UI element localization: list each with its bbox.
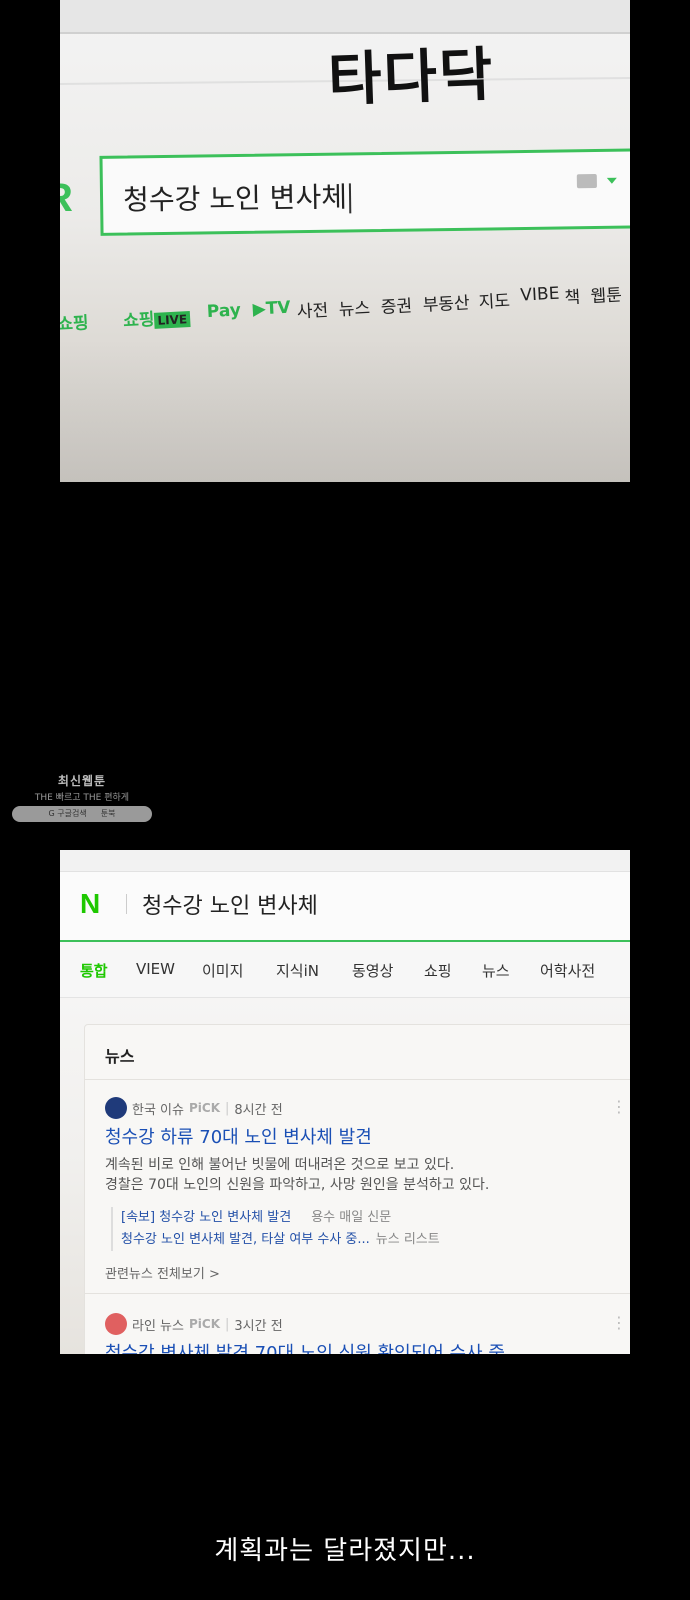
tab-knowledge[interactable]: 지식iN <box>276 960 319 981</box>
more-options-icon[interactable]: ⋮ <box>611 1097 627 1116</box>
naver-logo[interactable]: N <box>80 888 100 920</box>
tab-all[interactable]: 통합 <box>80 960 108 981</box>
press-logo[interactable] <box>105 1313 127 1335</box>
article-time: 8시간 전 <box>234 1102 283 1118</box>
nav-item-stock[interactable]: 증권 <box>380 291 412 318</box>
naver-logo-fragment: R <box>60 176 73 221</box>
article-headline[interactable]: 청수강 변사체 발견 70대 노인 신원 확인되어 수사 중 <box>105 1339 505 1354</box>
more-options-icon[interactable]: ⋮ <box>611 1313 627 1332</box>
watermark-google: G 구글검색 <box>48 809 87 818</box>
watermark-subtitle: THE 빠르고 THE 편하게 <box>34 793 130 803</box>
divider: | <box>225 1100 230 1116</box>
snippet-line: 경찰은 70대 노인의 신원을 파악하고, 사망 원인을 분석하고 있다. <box>105 1177 490 1193</box>
divider <box>126 894 127 914</box>
watermark-pill: G 구글검색 툰북 <box>12 806 152 822</box>
paper-shadow <box>60 340 630 482</box>
nav-item-map[interactable]: 지도 <box>478 286 510 313</box>
tab-images[interactable]: 이미지 <box>202 960 243 981</box>
keyboard-icon[interactable] <box>576 173 597 189</box>
related-news-title[interactable]: 청수강 노인 변사체 발견, 타살 여부 수사 중... <box>121 1232 370 1247</box>
nav-item-realestate[interactable]: 부동산 <box>422 288 470 315</box>
nav-item-pay[interactable]: Pay <box>206 300 241 322</box>
watermark-brand: 툰북 <box>100 809 116 818</box>
dropdown-arrow-icon[interactable] <box>606 177 617 184</box>
shopping-live-label: 쇼핑 <box>122 309 155 332</box>
divider <box>85 1079 630 1080</box>
nav-item-vibe[interactable]: VIBE <box>520 284 560 306</box>
nav-item-webtoon[interactable]: 웹툰 <box>590 280 622 307</box>
nav-item-shopping-live[interactable]: 쇼핑 LIVE <box>122 303 191 332</box>
search-input[interactable]: 청수강 노인 변사체 <box>142 888 318 920</box>
search-results-panel: N 청수강 노인 변사체 통합 VIEW 이미지 지식iN 동영상 쇼핑 뉴스 … <box>60 850 630 1354</box>
related-news-more-link[interactable]: 관련뉴스 전체보기 > <box>105 1263 220 1282</box>
tab-news[interactable]: 뉴스 <box>482 960 510 981</box>
related-news-item[interactable]: [속보] 청수강 노인 변사체 발견 용수 매일 신문 <box>121 1207 440 1229</box>
tab-shopping[interactable]: 쇼핑 <box>424 960 452 981</box>
typing-sound-effect: 타다닥 <box>327 40 496 114</box>
divider <box>85 1293 630 1294</box>
press-logo[interactable] <box>105 1097 127 1119</box>
nav-item-book[interactable]: 책 <box>564 283 581 309</box>
narration-caption: 계획과는 달라졌지만... <box>214 1536 476 1566</box>
article-time: 3시간 전 <box>234 1318 283 1334</box>
related-news-title[interactable]: [속보] 청수강 노인 변사체 발견 <box>121 1210 291 1225</box>
browser-top-bar <box>60 850 630 872</box>
news-section: 뉴스 한국 이슈 PiCK | 8시간 전 ⋮ 청수강 하류 70대 노인 변사… <box>84 1024 630 1354</box>
search-query-text: 청수강 노인 변사체 <box>122 180 348 217</box>
related-news-item[interactable]: 청수강 노인 변사체 발견, 타살 여부 수사 중... 뉴스 리스트 <box>121 1229 440 1251</box>
search-input[interactable]: 청수강 노인 변사체 <box>122 175 352 218</box>
nav-item-shopping[interactable]: 쇼핑 <box>60 308 89 335</box>
pick-badge: PiCK <box>188 1317 220 1331</box>
article-press-row: 라인 뉴스 PiCK | 3시간 전 <box>105 1313 283 1335</box>
pick-badge: PiCK <box>188 1101 220 1115</box>
result-tabs: 통합 VIEW 이미지 지식iN 동영상 쇼핑 뉴스 어학사전 <box>60 942 630 998</box>
search-box[interactable]: 청수강 노인 변사체 <box>99 148 630 236</box>
text-caret <box>348 183 352 214</box>
tab-video[interactable]: 동영상 <box>352 960 393 981</box>
nav-item-tv[interactable]: ▶TV <box>252 298 291 320</box>
watermark-title: 최신웹툰 <box>57 774 107 788</box>
browser-top-bar <box>60 0 630 34</box>
article-press-row: 한국 이슈 PiCK | 8시간 전 <box>105 1097 283 1119</box>
divider: | <box>225 1316 230 1332</box>
related-news-press: 용수 매일 신문 <box>311 1210 392 1225</box>
tab-dictionary[interactable]: 어학사전 <box>540 960 595 981</box>
section-title: 뉴스 <box>105 1047 135 1066</box>
results-header: N 청수강 노인 변사체 <box>60 850 630 942</box>
search-panel-closeup: R 타다닥 청수강 노인 변사체 쇼핑 쇼핑LIVE Pay ▶TV 사전 뉴스… <box>60 0 630 482</box>
related-news-list: [속보] 청수강 노인 변사체 발견 용수 매일 신문 청수강 노인 변사체 발견… <box>111 1207 440 1251</box>
tab-view[interactable]: VIEW <box>136 960 175 978</box>
press-name[interactable]: 한국 이슈 <box>132 1099 184 1118</box>
article-headline[interactable]: 청수강 하류 70대 노인 변사체 발견 <box>105 1123 372 1149</box>
nav-item-dictionary[interactable]: 사전 <box>296 296 328 323</box>
article-snippet: 계속된 비로 인해 불어난 빗물에 떠내려온 것으로 보고 있다. 경찰은 70… <box>105 1155 489 1195</box>
snippet-line: 계속된 비로 인해 불어난 빗물에 떠내려온 것으로 보고 있다. <box>105 1157 455 1173</box>
live-badge: LIVE <box>154 311 191 329</box>
nav-item-news[interactable]: 뉴스 <box>338 294 370 321</box>
site-watermark: 최신웹툰 THE 빠르고 THE 편하게 G 구글검색 툰북 <box>12 772 152 824</box>
related-news-press: 뉴스 리스트 <box>375 1232 440 1247</box>
press-name[interactable]: 라인 뉴스 <box>132 1315 184 1334</box>
